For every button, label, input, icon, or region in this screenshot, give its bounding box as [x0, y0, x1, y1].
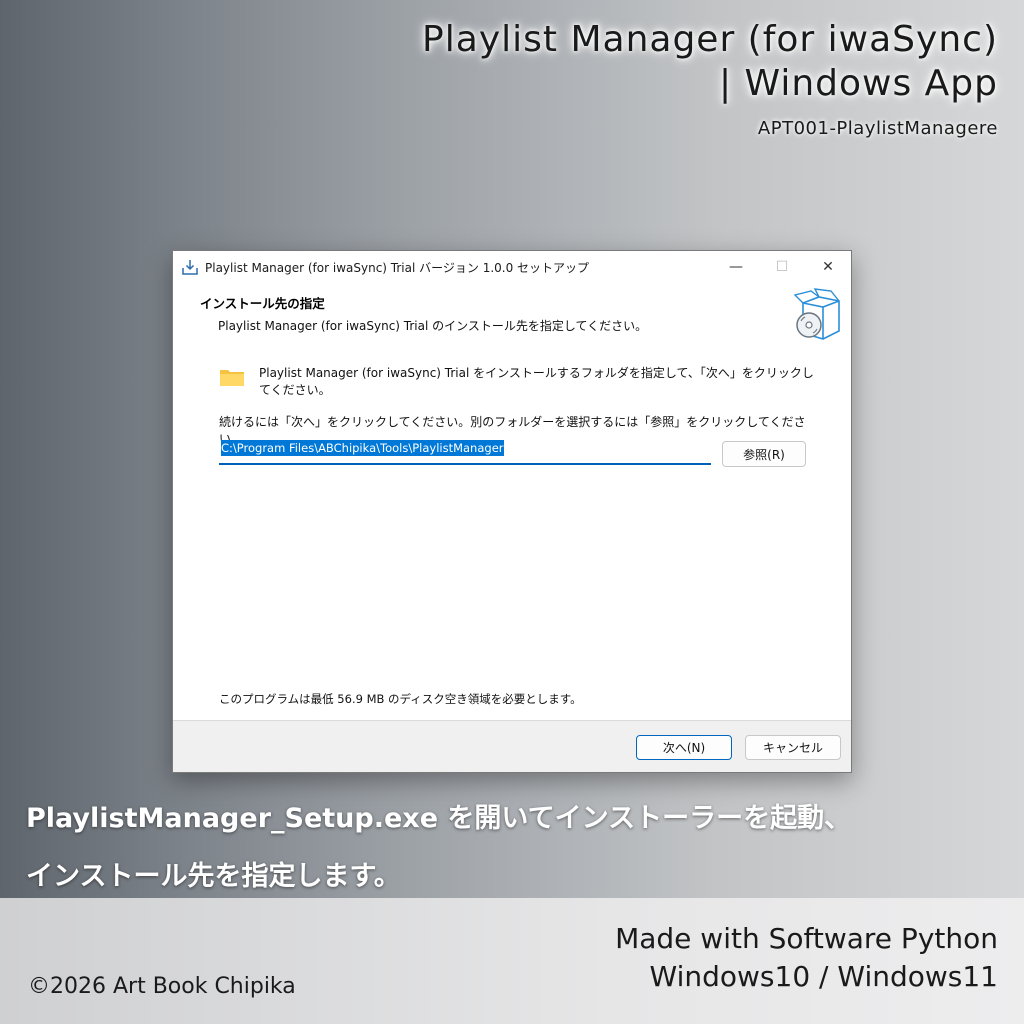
wizard-content: Playlist Manager (for iwaSync) Trial をイン… — [173, 341, 851, 721]
wizard-header: インストール先の指定 Playlist Manager (for iwaSync… — [173, 283, 851, 341]
page-subheading: Playlist Manager (for iwaSync) Trial のイン… — [218, 319, 648, 333]
folder-icon — [220, 370, 244, 386]
made-with-line1: Made with Software Python — [615, 922, 998, 955]
caption-line1: PlaylistManager_Setup.exe を開いてインストーラーを起動… — [26, 803, 852, 834]
intro-text: Playlist Manager (for iwaSync) Trial をイン… — [259, 366, 814, 397]
maximize-button[interactable]: ☐ — [759, 251, 805, 283]
installer-icon — [182, 260, 198, 275]
minimize-button[interactable]: — — [713, 251, 759, 283]
window-title: Playlist Manager (for iwaSync) Trial バージ… — [205, 260, 590, 275]
wizard-button-bar: 次へ(N) キャンセル — [173, 720, 851, 772]
disk-space-text: このプログラムは最低 56.9 MB のディスク空き領域を必要とします。 — [219, 692, 582, 706]
installer-window: Playlist Manager (for iwaSync) Trial バージ… — [172, 250, 852, 773]
promo-title: Playlist Manager (for iwaSync) | Windows… — [422, 18, 998, 106]
promo-title-line1: Playlist Manager (for iwaSync) — [422, 19, 998, 60]
window-titlebar[interactable]: Playlist Manager (for iwaSync) Trial バージ… — [173, 251, 851, 283]
browse-button[interactable]: 参照(R) — [722, 441, 806, 467]
product-code: APT001-PlaylistManagere — [757, 118, 998, 139]
made-with-line2: Windows10 / Windows11 — [649, 960, 998, 993]
caption: PlaylistManager_Setup.exe を開いてインストーラーを起動… — [26, 790, 851, 906]
box-cd-icon — [793, 288, 840, 340]
promo-title-line2: | Windows App — [718, 63, 998, 104]
install-path-input[interactable]: C:\Program Files\ABChipika\Tools\Playlis… — [219, 440, 711, 465]
page-heading: インストール先の指定 — [200, 296, 325, 311]
next-button[interactable]: 次へ(N) — [636, 735, 732, 760]
made-with-text: Made with Software Python Windows10 / Wi… — [615, 920, 998, 996]
close-button[interactable]: ✕ — [805, 251, 851, 283]
copyright-text: ©2026 Art Book Chipika — [28, 974, 296, 999]
install-path-value: C:\Program Files\ABChipika\Tools\Playlis… — [221, 440, 504, 456]
footer: Made with Software Python Windows10 / Wi… — [0, 898, 1024, 1024]
cancel-button[interactable]: キャンセル — [745, 735, 841, 760]
